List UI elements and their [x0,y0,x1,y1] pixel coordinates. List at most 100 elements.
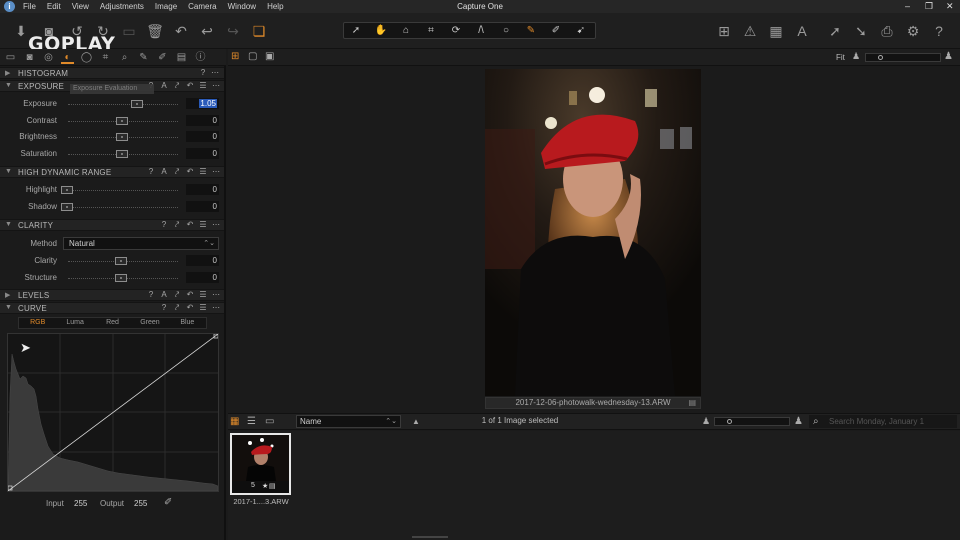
menu-image[interactable]: Image [155,2,177,11]
slider-track[interactable] [62,190,178,191]
pan-hand-icon[interactable]: ✋ [371,23,391,38]
select-cursor-icon[interactable]: ➚ [346,23,366,38]
adjustments-tab-icon[interactable]: ✐ [156,51,169,64]
collapse-arrow-icon[interactable]: ▼ [5,221,12,228]
thumbnail-rating[interactable]: 5 [251,482,255,489]
search-input[interactable]: ⌕ Search Monday, January 1 [809,415,957,428]
keystone-icon[interactable]: /\ [471,23,491,38]
crop-icon[interactable]: ⌗ [421,23,441,38]
tab-green[interactable]: Green [131,318,168,328]
menu-window[interactable]: Window [228,2,256,11]
more-icon[interactable]: ⋯ [211,81,221,90]
auto-icon[interactable]: A [159,167,169,176]
more-icon[interactable]: ⋯ [210,68,220,77]
search-icon[interactable]: ⌕ [813,415,819,428]
menu-edit[interactable]: Edit [47,2,61,11]
settings-gear-icon[interactable]: ⚙ [904,22,922,40]
thumbnail-size-slider[interactable] [714,417,790,426]
image-browser[interactable] [228,431,960,540]
histogram-section-header[interactable]: ▶ HISTOGRAM ? ⋯ [0,67,224,79]
color-picker-icon[interactable]: ✐ [546,23,566,38]
tab-rgb[interactable]: RGB [19,318,56,328]
minimize-icon[interactable]: – [905,1,910,11]
thumbnail[interactable]: 5 ★ ▤ [230,433,291,495]
scroll-handle[interactable] [412,536,448,538]
reset-icon[interactable]: ↶ [185,290,195,299]
more-icon[interactable]: ⋯ [211,303,221,312]
presets-icon[interactable]: ☰ [198,290,208,299]
maximize-icon[interactable]: ❐ [925,1,933,12]
compare-icon[interactable]: ⊞ [715,22,733,40]
collapse-arrow-icon[interactable]: ▼ [5,82,12,89]
sort-direction-icon[interactable]: ▲ [412,417,420,426]
move-icon[interactable]: ▭ [120,22,138,40]
exposure-value-field[interactable]: 1.05 [186,98,219,109]
menu-file[interactable]: File [23,2,36,11]
variant-icon[interactable]: ▤ [269,482,276,490]
copy-apply-icon[interactable]: ⤤ [172,303,182,313]
help-icon[interactable]: ? [159,303,169,312]
copy-apply-icon[interactable]: ⤤ [172,167,182,177]
process-icon[interactable]: ➚ [826,22,844,40]
slider-handle[interactable] [116,150,128,158]
metadata-icon[interactable]: ▤ [688,398,696,408]
levels-section-header[interactable]: ▶ LEVELS ? A ⤤ ↶ ☰ ⋯ [0,289,224,301]
tab-luma[interactable]: Luma [56,318,93,328]
reset-icon[interactable]: ↶ [185,303,195,312]
list-view-icon[interactable]: ☰ [247,416,256,427]
presets-icon[interactable]: ☰ [198,220,208,229]
grid-icon[interactable]: ▦ [767,22,785,40]
auto-icon[interactable]: A [159,81,169,90]
print-icon[interactable]: ⎙ [878,22,896,40]
highlight-value-field[interactable]: 0 [186,184,219,195]
slider-handle[interactable] [116,133,128,141]
shadow-value-field[interactable]: 0 [186,201,219,212]
star-icon[interactable]: ★ [262,482,268,490]
capture-tab-icon[interactable]: ◙ [23,51,36,64]
filmstrip-view-icon[interactable]: ▭ [265,416,274,427]
slider-handle[interactable] [878,55,883,60]
reset-icon[interactable]: ↶ [185,81,195,90]
help-icon[interactable]: ? [146,167,156,176]
menu-camera[interactable]: Camera [188,2,216,11]
more-icon[interactable]: ⋯ [211,290,221,299]
spot-removal-icon[interactable]: ○ [496,23,516,38]
slider-handle[interactable] [61,203,73,211]
collapse-arrow-icon[interactable]: ▼ [5,168,12,175]
metadata-tab-icon[interactable]: ▤ [175,51,188,64]
output-tab-icon[interactable]: ⓘ [194,51,207,64]
loupe-icon[interactable]: ⌂ [396,23,416,38]
single-view-icon[interactable]: ▢ [248,51,257,62]
reset-icon[interactable]: ↶ [185,220,195,229]
slider-track[interactable] [62,207,178,208]
main-photo[interactable] [485,69,701,396]
presets-icon[interactable]: ☰ [198,81,208,90]
brush-icon[interactable]: ✎ [521,23,541,38]
tab-red[interactable]: Red [94,318,131,328]
expand-arrow-icon[interactable]: ▶ [5,69,10,77]
brightness-value-field[interactable]: 0 [186,131,219,142]
sort-select[interactable]: Name ⌃⌄ [296,415,401,428]
edit-with-icon[interactable]: ➘ [852,22,870,40]
help-icon[interactable]: ? [198,68,208,77]
apply-adjustments-icon[interactable]: ➹ [571,23,591,38]
undo-icon[interactable]: ↩ [198,22,216,40]
capture-one-app-icon[interactable]: i [4,1,15,12]
hdr-section-header[interactable]: ▼ HIGH DYNAMIC RANGE ? A ⤤ ↶ ☰ ⋯ [0,166,224,178]
close-icon[interactable]: ✕ [946,1,954,12]
grid-view-icon[interactable]: ▦ [230,416,239,427]
zoom-slider[interactable] [865,53,941,62]
exposure-warning-icon[interactable]: ⚠ [741,22,759,40]
presets-icon[interactable]: ☰ [198,303,208,312]
auto-icon[interactable]: A [159,290,169,299]
text-overlay-icon[interactable]: A [793,22,811,40]
slider-handle[interactable] [727,419,732,424]
local-adjustments-tab-icon[interactable]: ✎ [137,51,150,64]
slider-handle[interactable] [115,274,127,282]
menu-adjustments[interactable]: Adjustments [100,2,144,11]
help-icon[interactable]: ? [159,220,169,229]
reset-icon[interactable]: ↶ [172,22,190,40]
collapse-arrow-icon[interactable]: ▼ [5,304,12,311]
expand-arrow-icon[interactable]: ▶ [5,291,10,299]
menu-help[interactable]: Help [267,2,283,11]
